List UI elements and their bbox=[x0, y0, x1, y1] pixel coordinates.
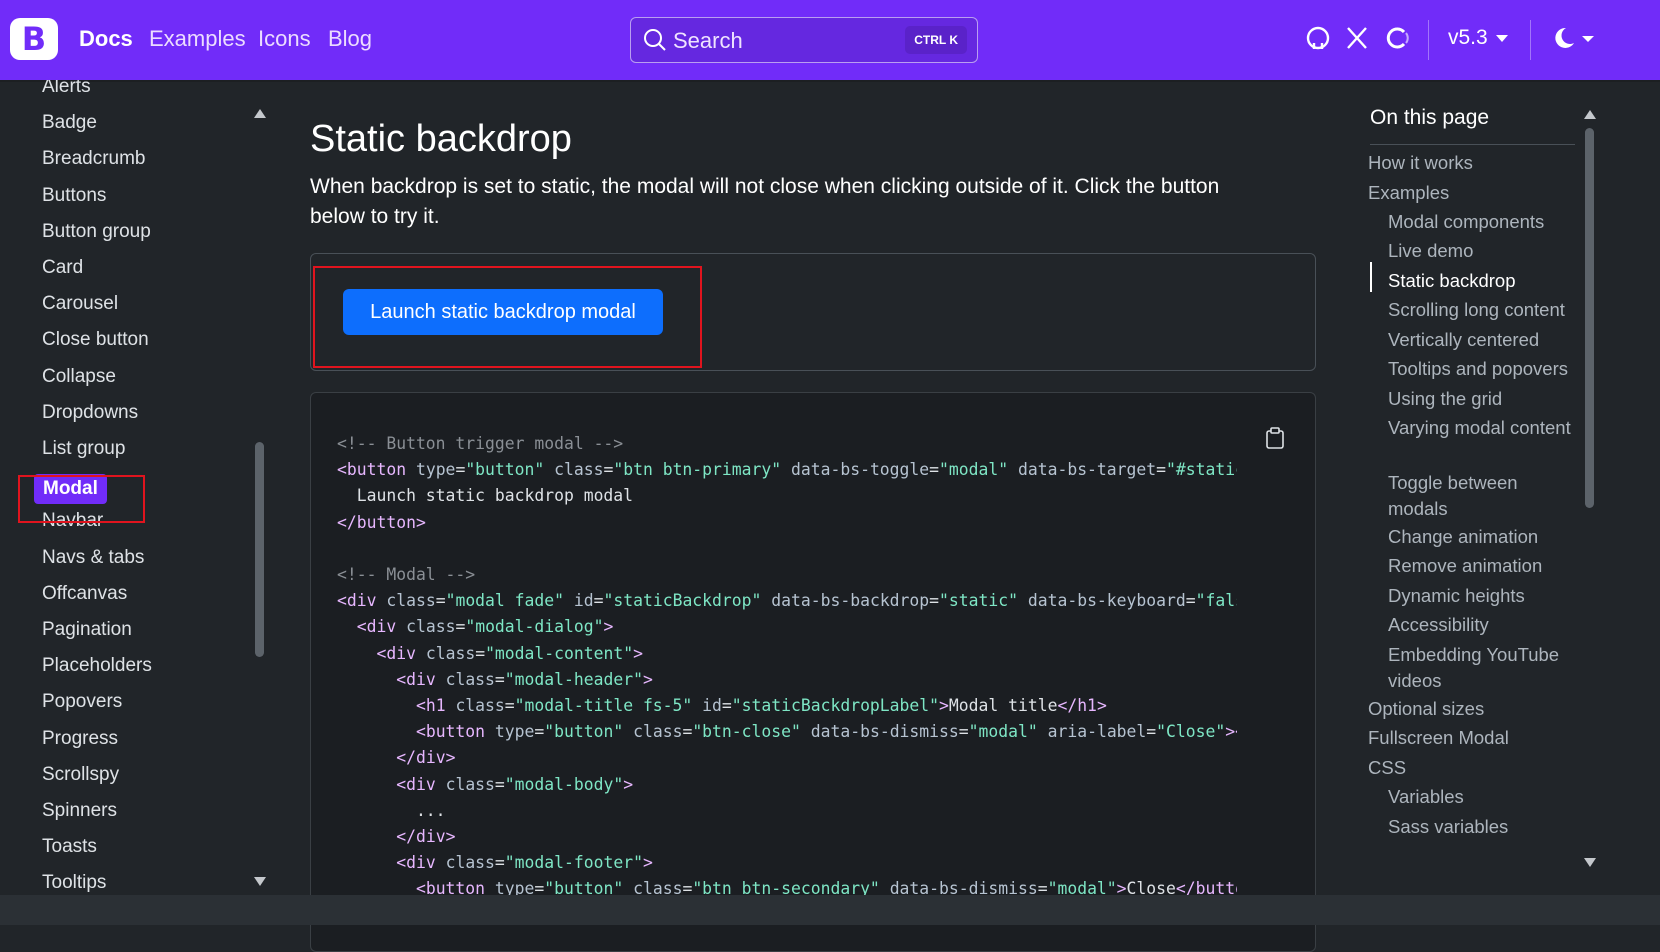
sidebar-item-carousel[interactable]: Carousel bbox=[42, 293, 118, 315]
search-input[interactable]: Search CTRL K bbox=[630, 17, 978, 63]
sidebar-item-list-group[interactable]: List group bbox=[42, 438, 125, 460]
toc-item-embedding-youtube-videos[interactable]: Embedding YouTube videos bbox=[1388, 642, 1578, 694]
toc-item-variables[interactable]: Variables bbox=[1388, 784, 1578, 810]
code-line: </button> bbox=[337, 512, 426, 532]
toc-item-sass-variables[interactable]: Sass variables bbox=[1388, 814, 1578, 840]
toc-item-toggle-between-modals[interactable]: Toggle between modals bbox=[1388, 470, 1578, 522]
clipboard-icon[interactable] bbox=[1265, 427, 1285, 454]
sidebar-item-pagination[interactable]: Pagination bbox=[42, 619, 132, 641]
version-dropdown[interactable]: v5.3 bbox=[1448, 26, 1508, 50]
code-line: </div> bbox=[396, 748, 456, 768]
sidebar-item-placeholders[interactable]: Placeholders bbox=[42, 655, 152, 677]
table-of-contents: On this page How it works Examples Modal c… bbox=[1352, 80, 1580, 880]
toc-item-live-demo[interactable]: Live demo bbox=[1388, 238, 1578, 264]
highlight-box-modal bbox=[18, 475, 145, 523]
page-lead: When backdrop is set to static, the moda… bbox=[310, 175, 1220, 228]
toc-item-css[interactable]: CSS bbox=[1368, 755, 1573, 781]
sidebar-item-offcanvas[interactable]: Offcanvas bbox=[42, 583, 127, 605]
code-line: Launch static backdrop modal bbox=[337, 486, 634, 506]
sidebar-item-breadcrumb[interactable]: Breadcrumb bbox=[42, 148, 146, 170]
toc-scroll-down-arrow[interactable] bbox=[1584, 858, 1596, 867]
nav-divider bbox=[1530, 20, 1531, 60]
toc-item-fullscreen-modal[interactable]: Fullscreen Modal bbox=[1368, 725, 1573, 751]
theme-toggle-icon[interactable] bbox=[1550, 25, 1596, 56]
code-line: <button type="button" class="btn-close" … bbox=[415, 722, 1237, 742]
toc-item-change-animation[interactable]: Change animation bbox=[1388, 524, 1578, 550]
nav-link-blog[interactable]: Blog bbox=[328, 26, 372, 52]
opencollective-icon[interactable] bbox=[1386, 25, 1410, 56]
sidebar-item-button-group[interactable]: Button group bbox=[42, 221, 151, 243]
sidebar-item-buttons[interactable]: Buttons bbox=[42, 185, 106, 207]
code-line: <button type="button" class="btn btn-pri… bbox=[337, 460, 1237, 480]
toc-item-modal-components[interactable]: Modal components bbox=[1388, 209, 1578, 235]
scroll-up-arrow[interactable] bbox=[254, 109, 266, 118]
toc-item-using-the-grid[interactable]: Using the grid bbox=[1388, 386, 1578, 412]
toc-heading: On this page bbox=[1370, 106, 1490, 129]
toc-item-examples[interactable]: Examples bbox=[1368, 180, 1573, 206]
toc-item-how-it-works[interactable]: How it works bbox=[1368, 150, 1573, 176]
code-line: <div class="modal-body"> bbox=[396, 774, 634, 794]
main-content: Static backdrop When backdrop is set to … bbox=[270, 80, 1320, 952]
toc-item-varying-modal-content[interactable]: Varying modal content bbox=[1388, 415, 1578, 441]
toc-item-vertically-centered[interactable]: Vertically centered bbox=[1388, 327, 1578, 353]
toc-divider bbox=[1370, 144, 1575, 145]
search-icon bbox=[643, 28, 667, 57]
scroll-down-arrow[interactable] bbox=[254, 877, 266, 886]
sidebar-item-scrollspy[interactable]: Scrollspy bbox=[42, 764, 119, 786]
nav-divider bbox=[1428, 20, 1429, 60]
toc-item-dynamic-heights[interactable]: Dynamic heights bbox=[1388, 583, 1578, 609]
code-block: <!-- Button trigger modal --> <button typ… bbox=[337, 431, 1237, 929]
toc-item-scrolling-long-content[interactable]: Scrolling long content bbox=[1388, 297, 1578, 323]
github-icon[interactable] bbox=[1306, 25, 1330, 56]
code-line: <h1 class="modal-title fs-5" id="staticB… bbox=[415, 696, 1107, 716]
bootstrap-logo[interactable]: B bbox=[10, 18, 58, 60]
nav-link-docs[interactable]: Docs bbox=[79, 26, 133, 52]
toc-item-remove-animation[interactable]: Remove animation bbox=[1388, 553, 1578, 579]
sidebar-item-alerts[interactable]: Alerts bbox=[42, 80, 91, 98]
sidebar-item-dropdowns[interactable]: Dropdowns bbox=[42, 402, 138, 424]
highlight-box-button bbox=[313, 266, 702, 368]
search-shortcut-badge: CTRL K bbox=[905, 26, 967, 54]
code-line: <div class="modal fade" id="staticBackdr… bbox=[337, 591, 1237, 611]
toc-item-static-backdrop[interactable]: Static backdrop bbox=[1388, 268, 1578, 294]
window-bottom-bar bbox=[0, 895, 1660, 925]
code-line: ... bbox=[337, 800, 446, 820]
toc-scroll-up-arrow[interactable] bbox=[1584, 110, 1596, 119]
page-title: Static backdrop bbox=[310, 118, 572, 160]
toc-item-accessibility[interactable]: Accessibility bbox=[1388, 612, 1578, 638]
sidebar-item-tooltips[interactable]: Tooltips bbox=[42, 872, 106, 894]
code-line: <!-- Modal --> bbox=[337, 565, 476, 585]
toc-scrollbar[interactable] bbox=[1585, 128, 1594, 508]
toc-item-optional-sizes[interactable]: Optional sizes bbox=[1368, 696, 1573, 722]
nav-link-examples[interactable]: Examples bbox=[149, 26, 246, 52]
code-line: <div class="modal-footer"> bbox=[396, 853, 653, 873]
sidebar-item-toasts[interactable]: Toasts bbox=[42, 836, 97, 858]
sidebar-item-close-button[interactable]: Close button bbox=[42, 329, 149, 351]
sidebar-item-card[interactable]: Card bbox=[42, 257, 83, 279]
sidebar-item-navs-tabs[interactable]: Navs & tabs bbox=[42, 547, 144, 569]
code-snippet: <!-- Button trigger modal --> <button typ… bbox=[310, 392, 1316, 952]
sidebar-item-popovers[interactable]: Popovers bbox=[42, 691, 122, 713]
code-line: <div class="modal-header"> bbox=[396, 669, 653, 689]
toc-active-indicator bbox=[1370, 262, 1372, 292]
sidebar-item-collapse[interactable]: Collapse bbox=[42, 366, 116, 388]
code-line: <!-- Button trigger modal --> bbox=[337, 434, 624, 453]
nav-link-icons[interactable]: Icons bbox=[258, 26, 311, 52]
code-line: <div class="modal-content"> bbox=[376, 643, 643, 663]
sidebar-item-progress[interactable]: Progress bbox=[42, 728, 118, 750]
version-label: v5.3 bbox=[1448, 26, 1488, 49]
sidebar-item-spinners[interactable]: Spinners bbox=[42, 800, 117, 822]
x-icon[interactable] bbox=[1345, 25, 1369, 56]
toc-item-tooltips-and-popovers[interactable]: Tooltips and popovers bbox=[1388, 356, 1578, 382]
chevron-down-icon bbox=[1495, 34, 1508, 42]
sidebar-scrollbar[interactable] bbox=[255, 442, 264, 657]
code-line: <div class="modal-dialog"> bbox=[356, 617, 614, 637]
code-line: </div> bbox=[396, 827, 456, 847]
sidebar-item-badge[interactable]: Badge bbox=[42, 112, 97, 134]
search-placeholder: Search bbox=[673, 28, 743, 53]
top-navbar: B Docs Examples Icons Blog Search CTRL K… bbox=[0, 0, 1660, 80]
